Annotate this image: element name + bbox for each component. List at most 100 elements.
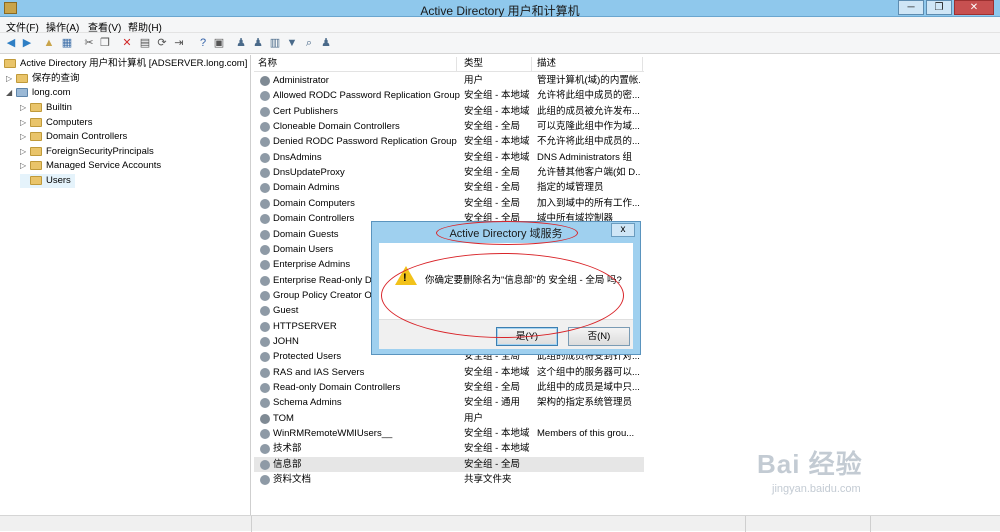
item-description: 允许替其他客户端(如 D... — [537, 167, 640, 179]
item-description: 允许将此组中成员的密... — [537, 90, 640, 102]
item-type: 共享文件夹 — [464, 474, 512, 486]
item-type: 安全组 - 通用 — [464, 397, 520, 409]
item-name: 资料文档 — [273, 474, 312, 486]
maximize-button[interactable]: ❐ — [926, 0, 952, 15]
new-user-icon[interactable]: ♟ — [234, 36, 248, 50]
expand-icon[interactable]: ▷ — [6, 72, 16, 86]
tree-item-managed-service-accounts[interactable]: ▷ Managed Service Accounts — [20, 159, 161, 173]
expand-icon[interactable]: ▷ — [20, 159, 30, 173]
list-item[interactable]: TOM 用户 — [254, 411, 644, 426]
expand-icon[interactable]: ▷ — [20, 101, 30, 115]
group-icon — [260, 459, 270, 470]
annotation-circle-title — [436, 221, 578, 245]
item-name: 信息部 — [273, 458, 302, 470]
list-item[interactable]: Allowed RODC Password Replication Group 安… — [254, 88, 644, 103]
list-item[interactable]: Schema Admins 安全组 - 通用 架构的指定系统管理员 — [254, 395, 644, 410]
item-type: 安全组 - 本地域 — [464, 136, 530, 148]
menu-bar: 文件(F) 操作(A) 查看(V) 帮助(H) — [0, 17, 1000, 34]
help-icon[interactable]: ? — [196, 36, 210, 50]
list-item[interactable]: Cert Publishers 安全组 - 本地域 此组的成员被允许发布... — [254, 104, 644, 119]
export-icon[interactable]: ⇥ — [172, 36, 186, 50]
copy-icon[interactable]: ❐ — [98, 36, 112, 50]
list-item[interactable]: RAS and IAS Servers 安全组 - 本地域 这个组中的服务器可以..… — [254, 365, 644, 380]
list-item[interactable]: Administrator 用户 管理计算机(域)的内置帐... — [254, 73, 644, 88]
filter-icon[interactable]: ▼ — [285, 36, 299, 50]
list-item[interactable]: DnsAdmins 安全组 - 本地域 DNS Administrators 组 — [254, 150, 644, 165]
minimize-button[interactable]: ─ — [898, 0, 924, 15]
expand-icon[interactable]: ▷ — [20, 130, 30, 144]
item-description: 不允许将此组中成员的... — [537, 136, 640, 148]
show-tree-icon[interactable]: ▦ — [60, 36, 74, 50]
ad-root-icon — [4, 58, 16, 68]
menu-file[interactable]: 文件(F) — [6, 19, 39, 34]
item-description: DNS Administrators 组 — [537, 151, 633, 163]
item-type: 安全组 - 本地域 — [464, 90, 530, 102]
tree-item-foreign-security-principals[interactable]: ▷ ForeignSecurityPrincipals — [20, 145, 154, 159]
tree-item-domain[interactable]: ◢ long.com — [6, 86, 71, 100]
list-item[interactable]: Domain Computers 安全组 - 全局 加入到域中的所有工作... — [254, 196, 644, 211]
item-name: Allowed RODC Password Replication Group — [273, 90, 460, 102]
list-item[interactable]: Read-only Domain Controllers 安全组 - 全局 此组中的… — [254, 380, 644, 395]
item-name: Group Policy Creator O — [273, 289, 372, 301]
up-folder-icon[interactable]: ▲ — [42, 36, 56, 50]
item-name: Domain Admins — [273, 182, 340, 194]
find-icon[interactable]: ⌕ — [302, 36, 316, 50]
new-group-icon[interactable]: ♟ — [251, 36, 265, 50]
tree-item-domain-controllers[interactable]: ▷ Domain Controllers — [20, 130, 127, 144]
cut-icon[interactable]: ✂ — [82, 36, 96, 50]
item-description: 架构的指定系统管理员 — [537, 397, 633, 409]
item-description: 指定的域管理员 — [537, 182, 604, 194]
close-button[interactable]: ✕ — [954, 0, 994, 15]
new-ou-icon[interactable]: ▥ — [268, 36, 282, 50]
tree-item-users[interactable]: Users — [20, 174, 75, 188]
tree-root[interactable]: Active Directory 用户和计算机 [ADSERVER.long.c… — [4, 57, 247, 71]
collapse-icon[interactable]: ◢ — [6, 86, 16, 100]
group-icon — [260, 275, 270, 286]
list-item[interactable]: WinRMRemoteWMIUsers__ 安全组 - 本地域 Members of… — [254, 426, 644, 441]
list-item[interactable]: Cloneable Domain Controllers 安全组 - 全局 可以克隆… — [254, 119, 644, 134]
folder-icon — [30, 102, 42, 112]
group-icon — [260, 122, 270, 133]
forward-icon[interactable]: ▶ — [20, 36, 34, 50]
column-header-type[interactable]: 类型 — [460, 57, 532, 71]
item-type: 安全组 - 全局 — [464, 167, 520, 179]
item-description: 此组中的成员是域中只... — [537, 382, 640, 393]
properties-icon[interactable]: ▤ — [138, 36, 152, 50]
menu-action[interactable]: 操作(A) — [46, 19, 79, 34]
item-type: 安全组 - 全局 — [464, 458, 520, 470]
delete-icon[interactable]: ✕ — [120, 36, 134, 50]
item-name: Guest — [273, 305, 299, 317]
list-item[interactable]: 资料文档 共享文件夹 — [254, 472, 644, 487]
menu-help[interactable]: 帮助(H) — [128, 19, 162, 34]
menu-view[interactable]: 查看(V) — [88, 19, 121, 34]
dialog-close-button[interactable]: x — [611, 223, 635, 237]
tree-item-saved-queries[interactable]: ▷ 保存的查询 — [6, 72, 80, 86]
refresh-icon[interactable]: ⟳ — [155, 36, 169, 50]
folder-icon — [30, 175, 42, 185]
list-item[interactable]: DnsUpdateProxy 安全组 - 全局 允许替其他客户端(如 D... — [254, 165, 644, 180]
group-icon — [260, 214, 270, 225]
expand-icon[interactable]: ▷ — [20, 145, 30, 159]
item-type: 安全组 - 本地域 — [464, 366, 530, 378]
item-name: Cert Publishers — [273, 105, 338, 117]
item-name: JOHN — [273, 335, 299, 347]
folder-icon — [30, 117, 42, 127]
console-icon[interactable]: ▣ — [212, 36, 226, 50]
add-to-group-icon[interactable]: ♟ — [319, 36, 333, 50]
group-icon — [260, 398, 270, 409]
group-icon — [260, 367, 270, 378]
expand-icon[interactable]: ▷ — [20, 116, 30, 130]
item-name: Read-only Domain Controllers — [273, 382, 401, 393]
tree-item-computers[interactable]: ▷ Computers — [20, 116, 92, 130]
list-item[interactable]: 信息部 安全组 - 全局 — [254, 456, 644, 472]
column-header-description[interactable]: 描述 — [533, 57, 643, 71]
list-item[interactable]: Domain Admins 安全组 - 全局 指定的域管理员 — [254, 180, 644, 195]
list-item[interactable]: 技术部 安全组 - 本地域 — [254, 441, 644, 456]
group-icon — [260, 306, 270, 317]
item-description: 此组的成员被允许发布... — [537, 105, 640, 117]
tree-item-builtin[interactable]: ▷ Builtin — [20, 101, 72, 115]
back-icon[interactable]: ◀ — [4, 36, 18, 50]
list-item[interactable]: Denied RODC Password Replication Group 安全… — [254, 134, 644, 149]
no-button[interactable]: 否(N) — [568, 327, 630, 346]
column-header-name[interactable]: 名称 — [254, 57, 457, 71]
